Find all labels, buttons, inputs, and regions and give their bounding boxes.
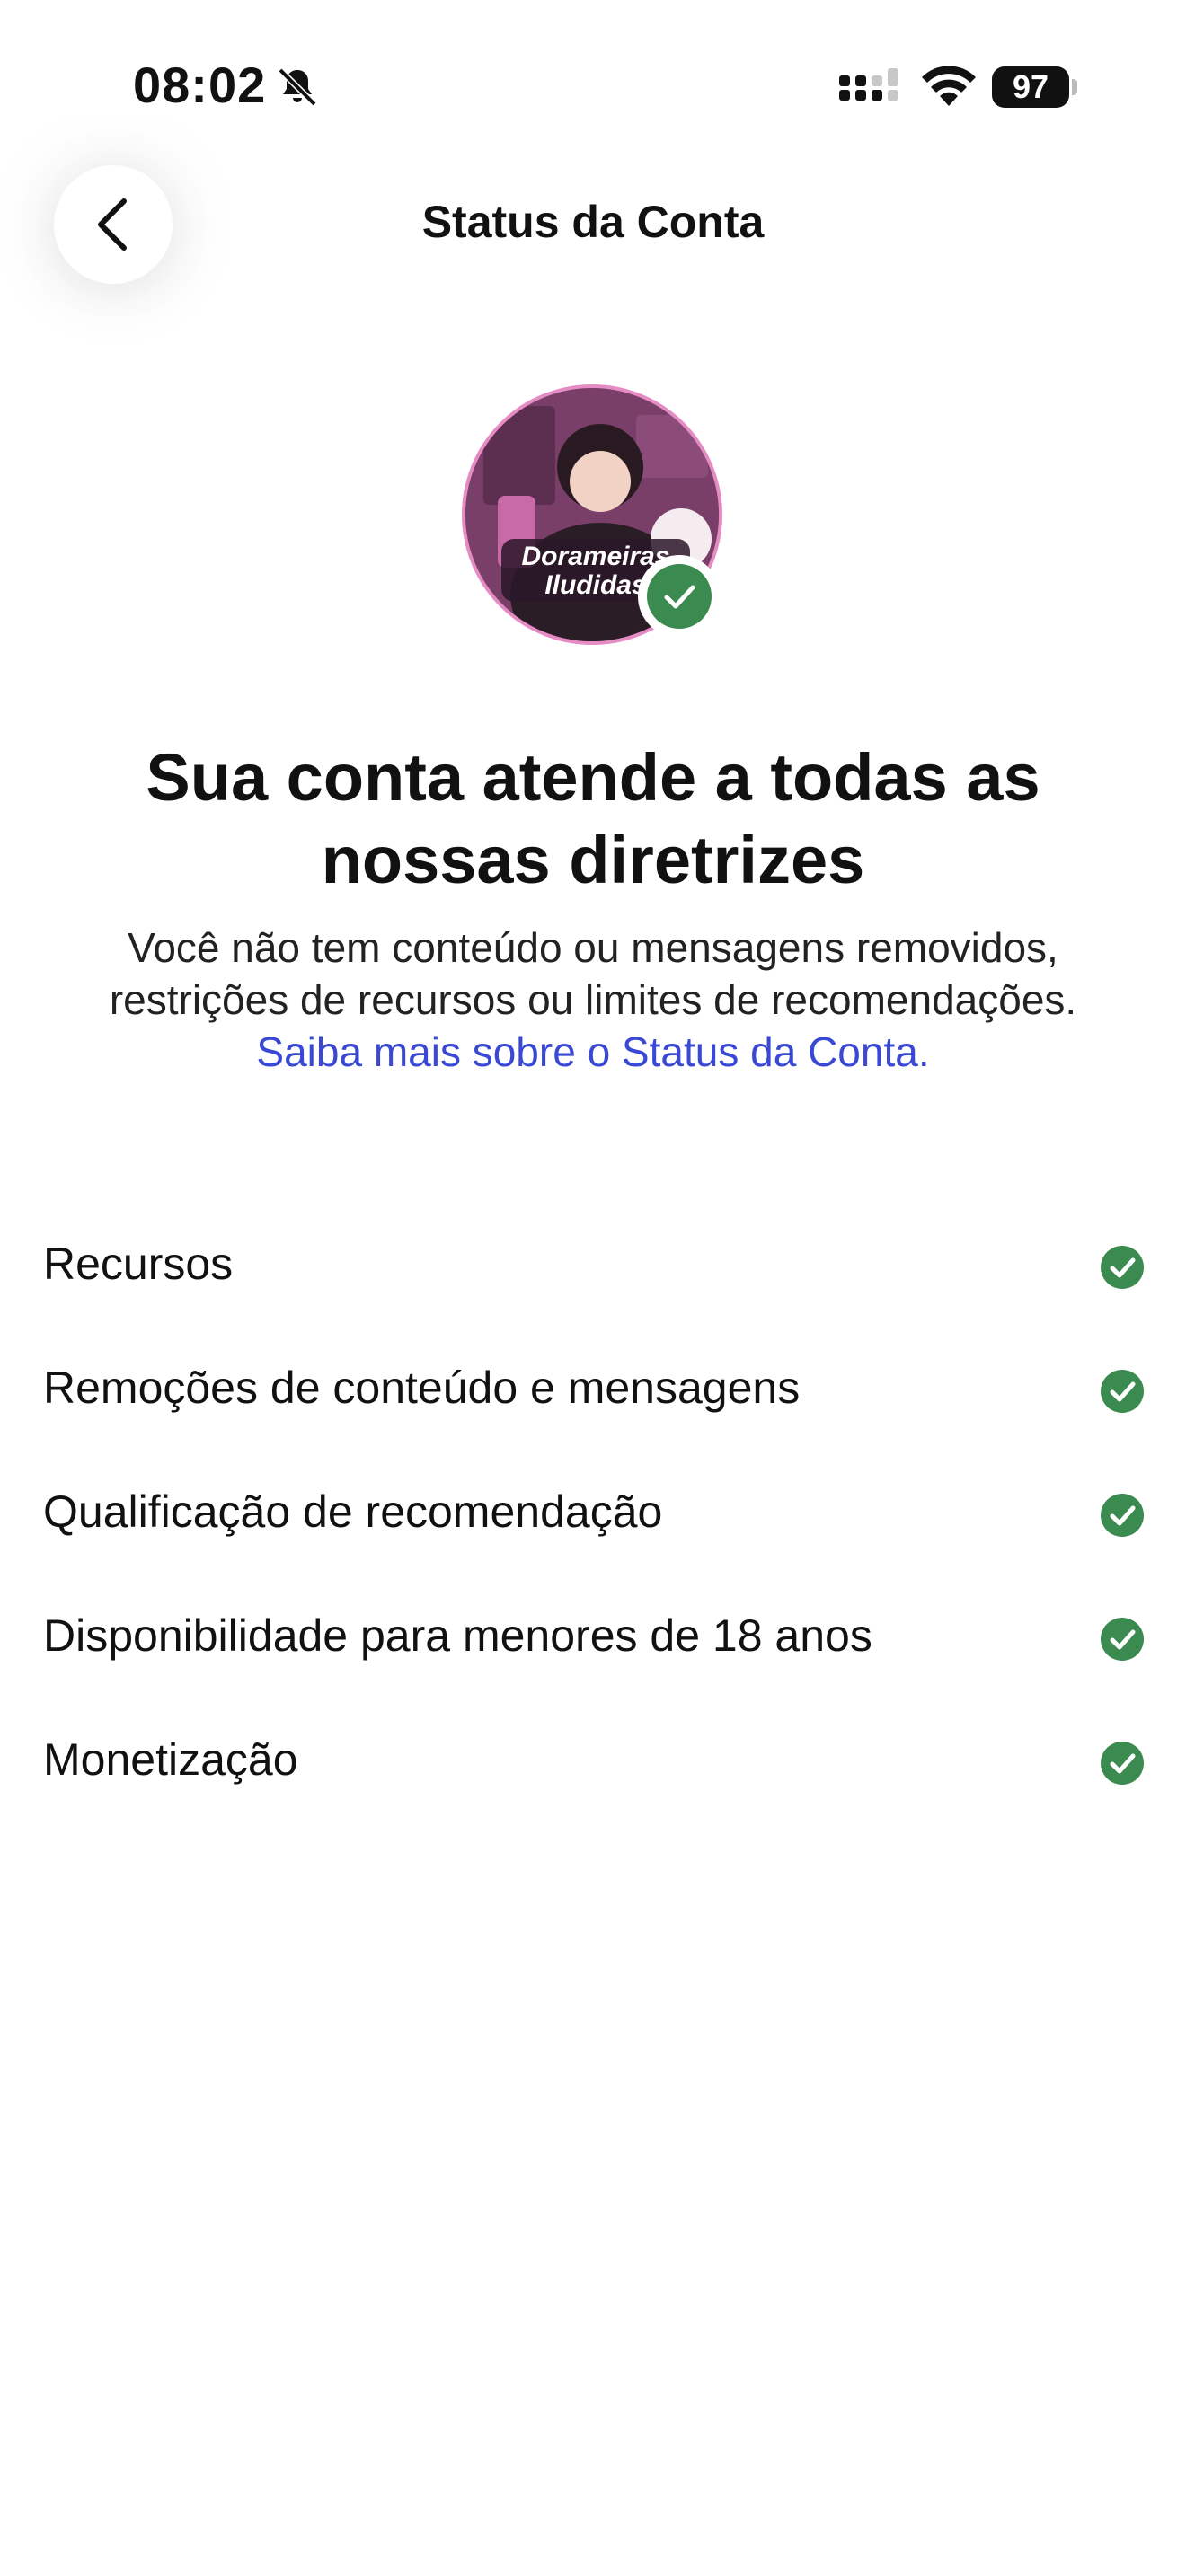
check-circle-icon bbox=[1101, 1370, 1144, 1413]
description-text: Você não tem conteúdo ou mensagens remov… bbox=[109, 924, 1077, 1023]
page-title: Status da Conta bbox=[421, 197, 765, 247]
status-item-monetization[interactable]: Monetização bbox=[0, 1701, 1186, 1825]
cellular-signal-icon bbox=[839, 68, 898, 101]
status-item-recursos[interactable]: Recursos bbox=[0, 1205, 1186, 1329]
status-item-recommendation-eligibility[interactable]: Qualificação de recomendação bbox=[0, 1453, 1186, 1577]
battery-icon: 97 bbox=[992, 66, 1078, 108]
check-circle-icon bbox=[1101, 1494, 1144, 1537]
status-headline: Sua conta atende a todas as nossas diret… bbox=[146, 740, 1040, 897]
status-item-content-removals[interactable]: Remoções de conteúdo e mensagens bbox=[0, 1329, 1186, 1453]
status-time: 08:02 bbox=[133, 57, 267, 113]
check-circle-icon bbox=[1101, 1246, 1144, 1289]
status-description: Você não tem conteúdo ou mensagens remov… bbox=[81, 922, 1105, 1078]
status-item-label: Monetização bbox=[43, 1734, 298, 1785]
account-status-screen: 08:02 97 Status da Conta Dorameiras Ilud… bbox=[0, 0, 1186, 2576]
check-circle-icon bbox=[1101, 1742, 1144, 1785]
status-item-minors-availability[interactable]: Disponibilidade para menores de 18 anos bbox=[0, 1577, 1186, 1701]
battery-level: 97 bbox=[1012, 68, 1049, 105]
status-item-label: Qualificação de recomendação bbox=[43, 1486, 663, 1537]
wifi-icon bbox=[922, 66, 976, 106]
bell-slash-icon bbox=[278, 67, 317, 107]
verified-badge bbox=[638, 555, 721, 638]
profile-avatar-container: Dorameiras Iludidas bbox=[462, 384, 731, 654]
status-item-label: Recursos bbox=[43, 1239, 234, 1289]
status-bar: 08:02 97 bbox=[0, 0, 1186, 171]
learn-more-link[interactable]: Saiba mais sobre o Status da Conta. bbox=[256, 1028, 929, 1075]
status-list: Recursos Remoções de conteúdo e mensagen… bbox=[0, 1205, 1186, 1825]
status-item-label: Remoções de conteúdo e mensagens bbox=[43, 1363, 801, 1413]
check-circle-icon bbox=[647, 564, 712, 629]
check-circle-icon bbox=[1101, 1618, 1144, 1661]
status-item-label: Disponibilidade para menores de 18 anos bbox=[43, 1610, 872, 1661]
